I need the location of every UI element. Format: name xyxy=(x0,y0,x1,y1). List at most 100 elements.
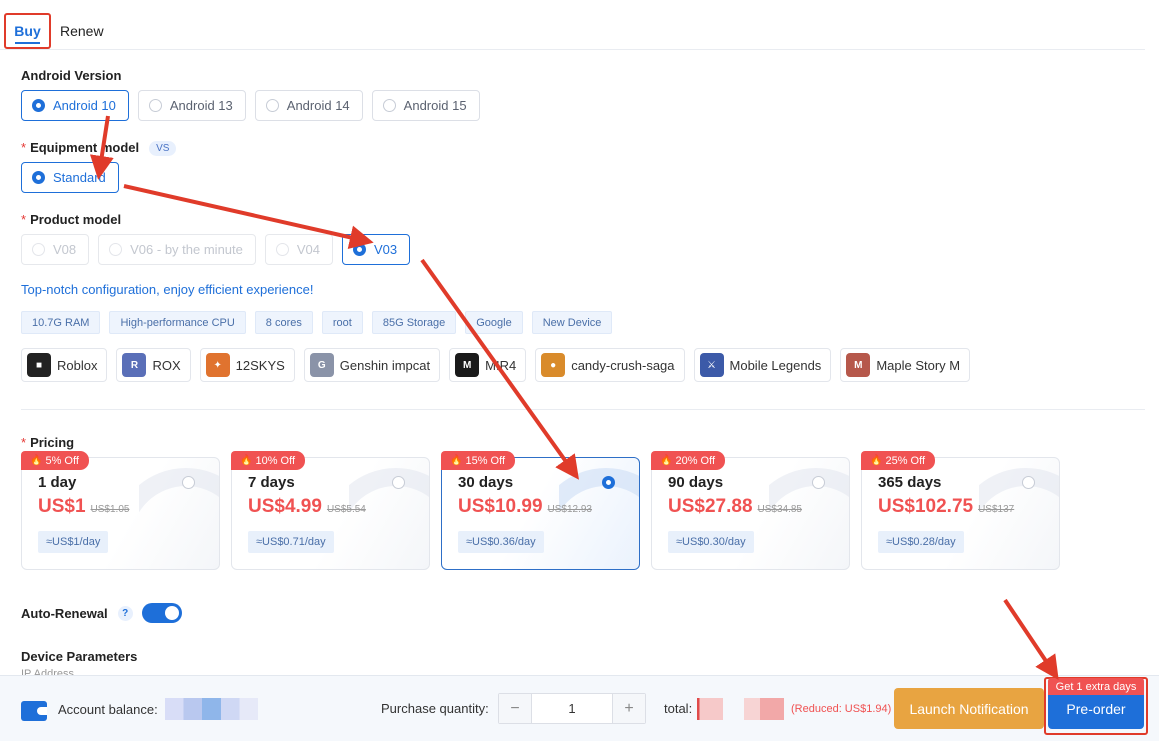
radio-icon xyxy=(32,171,45,184)
fire-icon: 🔥 xyxy=(450,455,463,466)
plan-1-day[interactable]: 🔥 5% Off 1 day US$1 US$1.05 ≈US$1/day xyxy=(21,451,220,570)
quantity-input[interactable]: 1 xyxy=(531,694,613,723)
discount-text: 20% Off xyxy=(675,454,715,467)
maple-story-icon: M xyxy=(846,353,871,377)
arrow-to-preorder xyxy=(1003,598,1059,680)
equipment-model-text: Equipment model xyxy=(30,140,140,155)
tab-renew[interactable]: Renew xyxy=(51,13,113,49)
game-label: 12SKYS xyxy=(235,357,285,373)
redacted-balance xyxy=(165,698,258,720)
option-android-10[interactable]: Android 10 xyxy=(21,90,129,121)
option-label: V03 xyxy=(374,242,398,257)
candy-crush-icon: ● xyxy=(541,353,566,377)
spec-tags: 10.7G RAM High-performance CPU 8 cores r… xyxy=(21,311,613,334)
discount-badge: 🔥 20% Off xyxy=(651,451,725,470)
pricing-plans: 🔥 5% Off 1 day US$1 US$1.05 ≈US$1/day 🔥 10%… xyxy=(21,451,1060,570)
discount-text: 10% Off xyxy=(255,454,295,467)
discount-badge: 🔥 5% Off xyxy=(21,451,89,470)
price-value: US$102.75 xyxy=(878,496,974,517)
per-day-price: ≈US$0.71/day xyxy=(248,531,334,553)
tab-renew-label: Renew xyxy=(60,23,104,39)
launch-notification-button[interactable]: Launch Notification xyxy=(894,688,1044,729)
plan-30-days[interactable]: 🔥 15% Off 30 days US$10.99 US$12.93 ≈US$0.… xyxy=(441,451,640,570)
option-label: Android 13 xyxy=(169,98,233,113)
discount-text: 5% Off xyxy=(45,454,79,467)
increase-button[interactable]: + xyxy=(613,694,645,723)
plan-radio[interactable] xyxy=(602,476,615,489)
mir4-icon: M xyxy=(455,353,480,377)
radio-icon xyxy=(382,99,396,112)
price-value: US$4.99 xyxy=(248,496,322,517)
per-day-price: ≈US$0.28/day xyxy=(878,531,964,553)
plan-price: US$102.75 US$137 xyxy=(878,496,1014,518)
option-label: Android 14 xyxy=(286,98,350,113)
option-v03[interactable]: V03 xyxy=(342,234,411,265)
decrease-button[interactable]: − xyxy=(499,694,531,723)
option-standard[interactable]: Standard xyxy=(21,162,119,193)
tab-buy[interactable]: Buy xyxy=(4,13,51,49)
auto-renewal-row: Auto-Renewal ? xyxy=(21,603,182,623)
supported-games: ■ Roblox R ROX ✦ 12SKYS G Genshin impcat M MI… xyxy=(21,348,971,382)
game-rox: R ROX xyxy=(116,348,191,382)
genshin-icon: G xyxy=(309,353,334,377)
fire-icon: 🔥 xyxy=(240,455,253,466)
redacted-total xyxy=(697,698,723,720)
discount-badge: 🔥 10% Off xyxy=(231,451,305,470)
discount-text: 25% Off xyxy=(885,454,925,467)
plan-radio[interactable] xyxy=(182,476,195,489)
plan-radio[interactable] xyxy=(392,476,405,489)
discount-badge: 🔥 25% Off xyxy=(861,451,935,470)
plan-365-days[interactable]: 🔥 25% Off 365 days US$102.75 US$137 ≈US$0.… xyxy=(861,451,1060,570)
plan-radio[interactable] xyxy=(812,476,825,489)
spec-tag: Google xyxy=(465,311,523,334)
plan-radio[interactable] xyxy=(1022,476,1035,489)
option-android-14[interactable]: Android 14 xyxy=(254,90,363,121)
mobile-legends-icon: ⚔ xyxy=(699,353,724,377)
equipment-model-options: Standard xyxy=(21,162,119,193)
option-v08: V08 xyxy=(21,234,90,265)
option-label: Android 10 xyxy=(53,98,116,113)
vs-badge[interactable]: VS xyxy=(149,141,177,157)
plan-price: US$27.88 US$34.85 xyxy=(668,496,802,518)
option-label: Android 15 xyxy=(403,98,467,113)
spec-tag: High-performance CPU xyxy=(109,311,246,334)
rox-icon: R xyxy=(122,353,147,377)
radio-icon xyxy=(32,243,45,256)
game-12skys: ✦ 12SKYS xyxy=(199,348,295,382)
preorder-button[interactable]: Pre-order xyxy=(1048,689,1144,729)
plan-90-days[interactable]: 🔥 20% Off 90 days US$27.88 US$34.85 ≈US$0.… xyxy=(651,451,850,570)
fire-icon: 🔥 xyxy=(30,455,43,466)
plan-duration: 1 day xyxy=(38,474,77,491)
equipment-model-label: * Equipment model VS xyxy=(21,140,177,157)
spec-tag: root xyxy=(321,311,363,334)
option-v06: V06 - by the minute xyxy=(98,234,256,265)
plan-price: US$1 US$1.05 xyxy=(38,496,129,518)
radio-icon xyxy=(109,243,123,256)
fire-icon: 🔥 xyxy=(660,455,673,466)
product-model-text: Product model xyxy=(30,212,122,227)
reduced-amount: (Reduced: US$1.94) xyxy=(791,703,892,715)
redacted-total-original xyxy=(744,698,784,720)
option-android-13[interactable]: Android 13 xyxy=(137,90,246,121)
spec-tag: 85G Storage xyxy=(371,311,457,334)
tab-buy-label: Buy xyxy=(14,23,41,39)
checkout-bar: Account balance: Purchase quantity: − 1 … xyxy=(0,675,1159,741)
original-price: US$137 xyxy=(978,504,1015,515)
plan-duration: 7 days xyxy=(248,474,295,491)
game-mir4: M MIR4 xyxy=(449,348,527,382)
android-version-label: Android Version xyxy=(21,68,122,83)
auto-renewal-label: Auto-Renewal xyxy=(21,605,108,621)
game-label: Roblox xyxy=(57,357,98,373)
help-icon[interactable]: ? xyxy=(117,605,133,621)
per-day-price: ≈US$1/day xyxy=(38,531,109,553)
game-label: Genshin impcat xyxy=(339,357,431,373)
option-v04: V04 xyxy=(264,234,334,265)
auto-renewal-toggle[interactable] xyxy=(141,603,182,623)
card-decoration xyxy=(139,458,219,569)
radio-icon xyxy=(32,99,45,112)
plan-7-days[interactable]: 🔥 10% Off 7 days US$4.99 US$5.54 ≈US$0.71/… xyxy=(231,451,430,570)
purchase-tabs: Buy Renew xyxy=(4,13,113,49)
option-android-15[interactable]: Android 15 xyxy=(371,90,480,121)
game-label: MIR4 xyxy=(485,357,517,373)
account-balance-label: Account balance: xyxy=(58,702,158,717)
